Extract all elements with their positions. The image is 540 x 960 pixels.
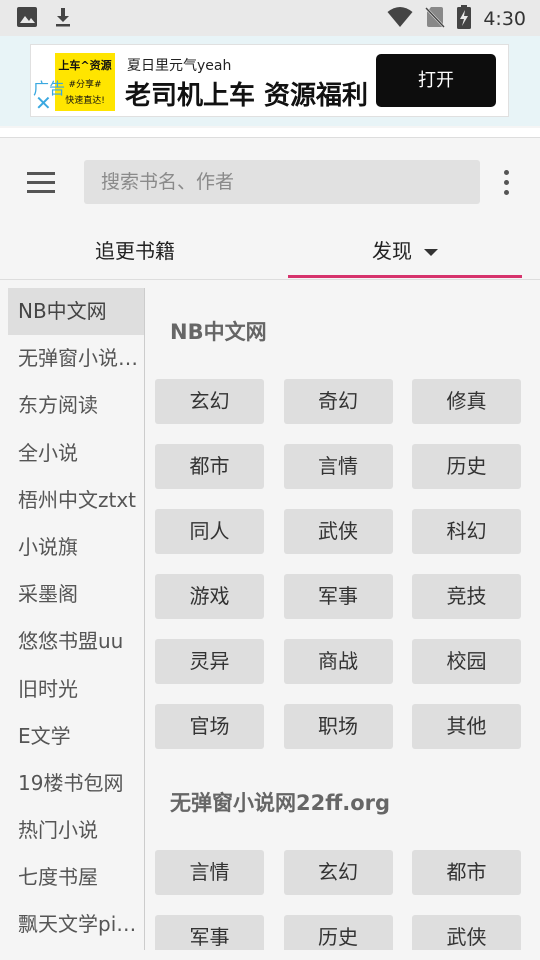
wifi-icon [387, 6, 413, 32]
ad-banner: 上车^资源 #分享# 快速直达! 广告 ✕ 夏日里元气yeah 老司机上车 资源… [0, 36, 540, 126]
category-chip[interactable]: 历史 [412, 444, 521, 489]
source-sidebar: NB中文网 无弹窗小说网22ff.org 东方阅读 全小说 梧州中文ztxt 小… [8, 288, 145, 950]
dropdown-caret-icon [424, 249, 438, 256]
sidebar-item[interactable]: 小说旗 [8, 524, 144, 571]
download-icon [52, 6, 74, 32]
divider [0, 128, 540, 138]
menu-icon[interactable] [24, 168, 58, 198]
category-chip[interactable]: 军事 [155, 915, 264, 950]
ad-subtitle: 夏日里元气yeah [127, 58, 232, 74]
category-grid: 玄幻 奇幻 修真 都市 言情 历史 同人 武侠 科幻 游戏 军事 竞技 灵异 商… [155, 379, 521, 749]
category-chip[interactable]: 修真 [412, 379, 521, 424]
sidebar-item[interactable]: 飘天文学piaotian [8, 901, 144, 948]
tab-label: 发现 [372, 239, 412, 263]
ad-open-button[interactable]: 打开 [376, 54, 496, 107]
category-chip[interactable]: 军事 [283, 574, 393, 619]
category-chip[interactable]: 其他 [412, 704, 521, 749]
category-chip[interactable]: 玄幻 [283, 850, 393, 895]
sidebar-item[interactable]: 无弹窗小说网22ff.org [8, 335, 144, 382]
category-chip[interactable]: 言情 [283, 444, 393, 489]
sidebar-item[interactable]: 旧时光 [8, 666, 144, 713]
search-input[interactable] [84, 160, 480, 204]
section-title: 无弹窗小说网22ff.org [170, 791, 391, 815]
category-chip[interactable]: 都市 [412, 850, 521, 895]
ad-card[interactable]: 上车^资源 #分享# 快速直达! 广告 ✕ 夏日里元气yeah 老司机上车 资源… [30, 44, 509, 117]
category-chip[interactable]: 武侠 [283, 509, 393, 554]
tab-discover[interactable]: 发现 [288, 224, 522, 278]
tab-label: 追更书籍 [95, 239, 175, 263]
active-tab-indicator [288, 275, 522, 278]
category-chip[interactable]: 武侠 [412, 915, 521, 950]
category-chip[interactable]: 奇幻 [283, 379, 393, 424]
category-chip[interactable]: 言情 [155, 850, 264, 895]
sidebar-item[interactable]: 东方阅读 [8, 382, 144, 429]
category-chip[interactable]: 同人 [155, 509, 264, 554]
category-grid: 言情 玄幻 都市 军事 历史 武侠 [155, 850, 521, 950]
toolbar [0, 142, 540, 224]
ad-title: 老司机上车 资源福利 [125, 81, 369, 111]
ad-thumb-headline: 上车^资源 [58, 59, 112, 72]
section-title: NB中文网 [170, 320, 267, 344]
category-chip[interactable]: 竞技 [412, 574, 521, 619]
more-options-icon[interactable] [496, 168, 518, 198]
discover-content: NB中文网 玄幻 奇幻 修真 都市 言情 历史 同人 武侠 科幻 游戏 军事 竞… [146, 288, 540, 950]
category-chip[interactable]: 玄幻 [155, 379, 264, 424]
sidebar-item[interactable]: 悠悠书盟uu [8, 618, 144, 665]
sidebar-item[interactable]: E文学 [8, 713, 144, 760]
sidebar-item[interactable]: 梧州中文ztxt [8, 477, 144, 524]
status-bar: 4:30 [0, 0, 540, 36]
no-sim-icon [425, 6, 446, 32]
clock-time: 4:30 [483, 8, 526, 30]
tab-bar: 追更书籍 发现 [0, 224, 540, 280]
category-chip[interactable]: 官场 [155, 704, 264, 749]
category-chip[interactable]: 游戏 [155, 574, 264, 619]
sidebar-item[interactable]: 七度书屋 [8, 854, 144, 901]
category-chip[interactable]: 科幻 [412, 509, 521, 554]
category-chip[interactable]: 灵异 [155, 639, 264, 684]
category-chip[interactable]: 校园 [412, 639, 521, 684]
sidebar-item[interactable]: 采墨阁 [8, 571, 144, 618]
tab-followed-books[interactable]: 追更书籍 [0, 224, 270, 278]
sidebar-item[interactable]: NB中文网 [8, 288, 144, 336]
category-chip[interactable]: 商战 [283, 639, 393, 684]
sidebar-item[interactable]: 热门小说 [8, 807, 144, 854]
category-chip[interactable]: 都市 [155, 444, 264, 489]
sidebar-item[interactable]: 19楼书包网 [8, 760, 144, 807]
category-chip[interactable]: 历史 [283, 915, 393, 950]
category-chip[interactable]: 职场 [283, 704, 393, 749]
ad-close-icon[interactable]: ✕ [35, 93, 52, 113]
sidebar-item[interactable]: 全小说 [8, 430, 144, 477]
image-icon [16, 6, 38, 32]
battery-charging-icon [457, 5, 472, 33]
